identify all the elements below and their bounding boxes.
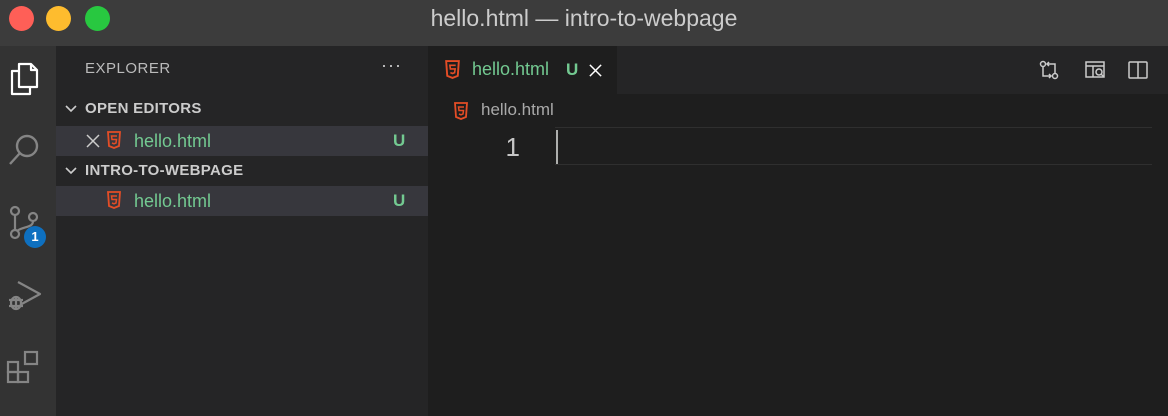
split-editor-icon[interactable] bbox=[1127, 59, 1149, 81]
breadcrumb: hello.html bbox=[428, 94, 1168, 126]
folder-header[interactable]: INTRO-TO-WEBPAGE bbox=[56, 156, 428, 186]
chevron-down-icon bbox=[65, 105, 77, 113]
open-preview-icon[interactable] bbox=[1084, 59, 1106, 81]
activity-bar: 1 bbox=[0, 46, 56, 416]
run-debug-icon[interactable] bbox=[4, 274, 44, 314]
vscode-window: hello.html — intro-to-webpage 1 EXPLORER… bbox=[0, 0, 1168, 416]
explorer-sidebar: EXPLORER ··· OPEN EDITORS hello.html U I… bbox=[56, 46, 428, 416]
tab-filename: hello.html bbox=[472, 59, 550, 79]
file-tree-filename: hello.html bbox=[134, 191, 212, 211]
line-number: 1 bbox=[505, 132, 520, 162]
text-cursor[interactable] bbox=[556, 130, 558, 164]
explorer-icon[interactable] bbox=[4, 58, 44, 98]
current-line-highlight bbox=[555, 127, 1152, 165]
open-editors-label: OPEN EDITORS bbox=[85, 100, 202, 117]
open-changes-icon[interactable] bbox=[1038, 59, 1060, 81]
folder-label: INTRO-TO-WEBPAGE bbox=[85, 162, 244, 179]
tab-git-status: U bbox=[566, 60, 579, 79]
chevron-down-icon bbox=[65, 167, 77, 175]
git-status-untracked: U bbox=[393, 131, 406, 150]
html5-icon bbox=[107, 191, 121, 209]
open-editor-filename: hello.html bbox=[134, 131, 212, 151]
open-editors-header[interactable]: OPEN EDITORS bbox=[56, 94, 428, 124]
file-tree-item[interactable]: hello.html U bbox=[56, 186, 428, 216]
html5-icon bbox=[445, 60, 460, 79]
search-icon[interactable] bbox=[4, 130, 44, 170]
title-bar: hello.html — intro-to-webpage bbox=[0, 0, 1168, 46]
editor-tab-hello-html[interactable]: hello.html U bbox=[428, 46, 617, 94]
git-status-untracked: U bbox=[393, 191, 406, 210]
close-tab-icon[interactable] bbox=[588, 63, 603, 78]
sidebar-title: EXPLORER bbox=[85, 60, 171, 77]
extensions-icon[interactable] bbox=[4, 346, 44, 386]
editor-area: hello.html U hello.html 1 bbox=[428, 46, 1168, 416]
breadcrumb-filename[interactable]: hello.html bbox=[481, 100, 554, 120]
editor-tab-bar: hello.html U bbox=[428, 46, 1168, 94]
close-icon[interactable] bbox=[85, 133, 101, 149]
more-actions-icon[interactable]: ··· bbox=[381, 55, 402, 76]
source-control-badge: 1 bbox=[24, 226, 46, 248]
window-title: hello.html — intro-to-webpage bbox=[430, 5, 738, 31]
html5-icon bbox=[107, 131, 121, 149]
open-editor-item[interactable]: hello.html U bbox=[56, 126, 428, 156]
html5-icon bbox=[454, 102, 468, 120]
